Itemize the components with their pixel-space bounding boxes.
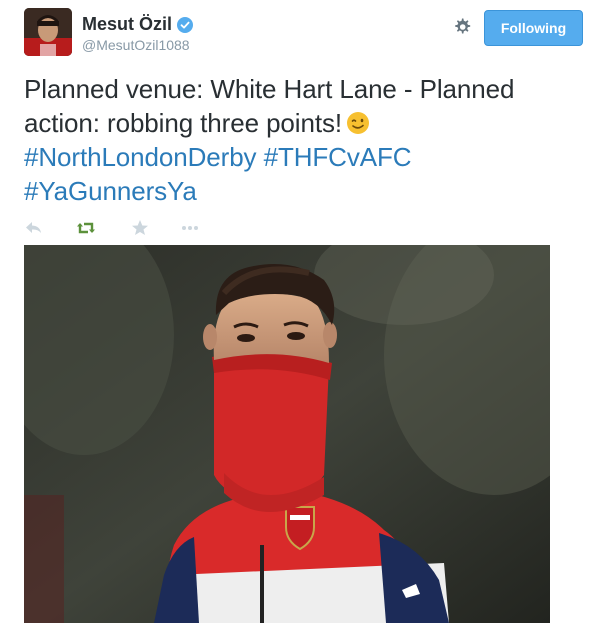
retweet-icon[interactable] [76,218,96,238]
hashtag-link-yagunnersya[interactable]: #YaGunnersYa [24,176,197,206]
tweet-text-line-2: action: robbing three points! [24,106,584,140]
tweet-text-line-1: Planned venue: White Hart Lane - Planned [24,74,515,104]
winking-face-emoji-icon [346,109,370,134]
hashtag-link-thfcvafc[interactable]: #THFCvAFC [264,142,412,172]
user-name-line[interactable]: Mesut Özil [82,14,194,35]
tweet-text-line-2-text: action: robbing three points! [24,108,342,138]
hashtag-link-northlondonderby[interactable]: #NorthLondonDerby [24,142,257,172]
tweet-photo-image [24,245,550,623]
reply-icon[interactable] [24,218,44,238]
more-options-icon[interactable] [180,218,200,238]
verified-badge-icon [177,16,194,33]
favorite-star-icon[interactable] [130,218,150,238]
tweet-photo[interactable] [24,245,550,623]
tweet-hashtag-line-2: #YaGunnersYa [24,174,584,208]
avatar-image [24,8,72,56]
avatar[interactable] [24,8,72,56]
tweet-text: Planned venue: White Hart Lane - Planned… [24,72,584,208]
user-fullname[interactable]: Mesut Özil [82,14,172,35]
following-button[interactable]: Following [484,10,583,46]
tweet-hashtag-line-1: #NorthLondonDerby #THFCvAFC [24,140,584,174]
gear-icon[interactable] [452,17,472,37]
user-handle[interactable]: @MesutOzil1088 [82,37,190,53]
